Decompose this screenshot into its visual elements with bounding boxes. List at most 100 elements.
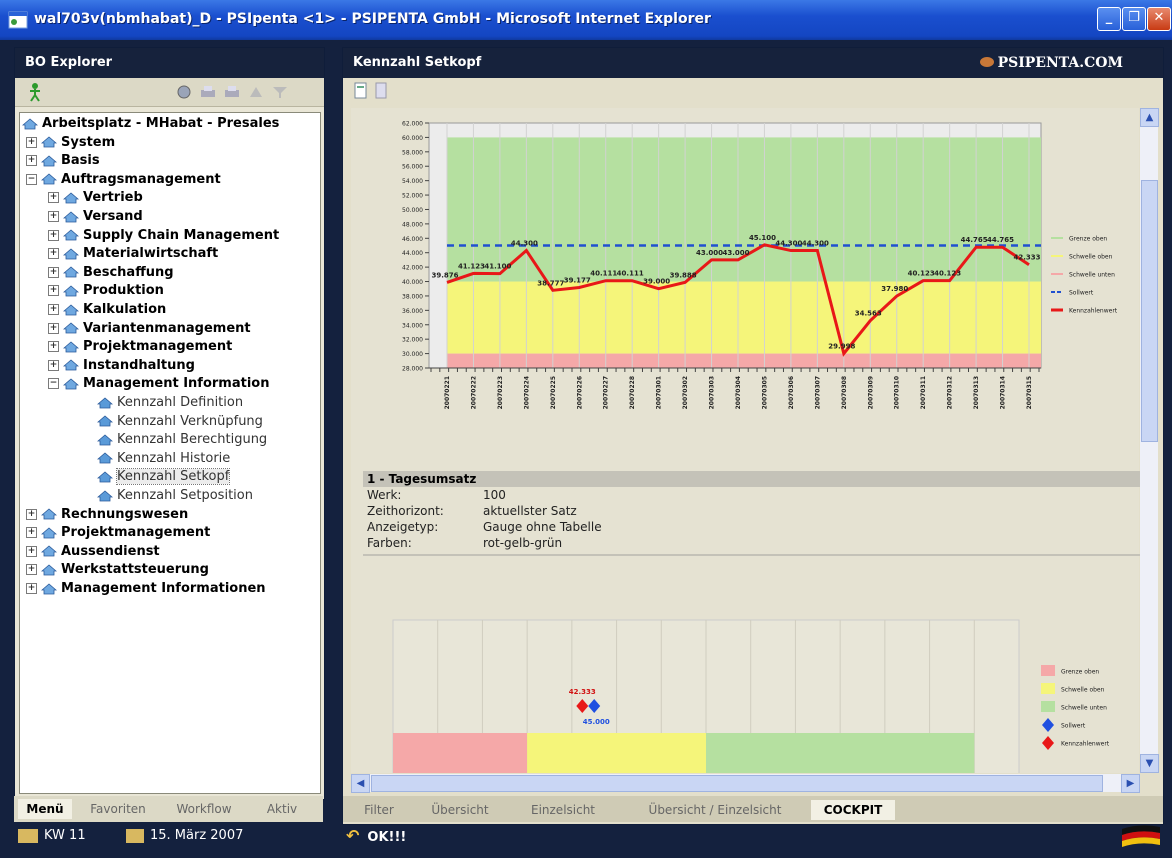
- expand-icon[interactable]: +: [26, 527, 37, 539]
- close-button[interactable]: ✕: [1147, 7, 1171, 31]
- tree-item-bottom[interactable]: + Werkstattsteuerung: [26, 561, 209, 579]
- tree-item-label: Materialwirtschaft: [83, 246, 219, 262]
- tab-uebersicht[interactable]: Übersicht: [417, 800, 503, 820]
- expand-icon[interactable]: +: [26, 136, 37, 148]
- tree-item-label: Kennzahl Verknüpfung: [117, 413, 263, 429]
- tab-menu[interactable]: Menü: [18, 799, 72, 819]
- x-tick-label: 20070314: [1000, 376, 1007, 409]
- horizontal-scrollbar[interactable]: ◀ ▶: [351, 774, 1140, 793]
- save-icon[interactable]: [373, 82, 389, 100]
- tab-uebersicht-einzelsicht[interactable]: Übersicht / Einzelsicht: [625, 800, 805, 820]
- network-icon[interactable]: [175, 84, 193, 100]
- vertical-scroll-thumb[interactable]: [1141, 180, 1158, 442]
- tree-item-label: Kalkulation: [83, 302, 167, 317]
- person-icon[interactable]: [27, 82, 43, 102]
- expand-icon[interactable]: +: [48, 341, 59, 353]
- ok-status[interactable]: ↶ OK!!!: [346, 825, 406, 847]
- tree-root[interactable]: Arbeitsplatz - MHabat - Presales: [22, 115, 279, 133]
- expand-icon[interactable]: +: [48, 211, 59, 222]
- tree-item-bottom[interactable]: + Management Informationen: [26, 580, 266, 598]
- expand-icon[interactable]: +: [48, 248, 59, 260]
- tree-leaf[interactable]: Kennzahl Historie: [84, 450, 230, 468]
- print-preview-icon[interactable]: [223, 84, 241, 100]
- tree-item-sub[interactable]: + Produktion: [48, 282, 164, 300]
- tree-item-label: Management Informationen: [61, 581, 266, 596]
- tree-leaf[interactable]: Kennzahl Setkopf: [84, 468, 231, 486]
- expand-icon[interactable]: +: [26, 155, 37, 167]
- collapse-icon[interactable]: −: [48, 378, 59, 390]
- print-icon[interactable]: [199, 84, 217, 100]
- data-label: 29.998: [828, 343, 855, 351]
- window-titlebar: wal703v(nbmhabat)_D - PSIpenta <1> - PSI…: [0, 0, 1172, 40]
- tab-favoriten[interactable]: Favoriten: [80, 799, 156, 819]
- tree-item-sub[interactable]: + Projektmanagement: [48, 338, 232, 356]
- scroll-left-icon[interactable]: ◀: [351, 774, 370, 793]
- tree-item-sub[interactable]: + Instandhaltung: [48, 357, 195, 375]
- collapse-icon[interactable]: −: [26, 173, 37, 185]
- setkopf-panel: Kennzahl Setkopf PSIPENTA.COM 62.000 60.0…: [342, 47, 1164, 825]
- filter-icon[interactable]: [271, 84, 289, 100]
- tree-item-basis[interactable]: + Basis: [26, 152, 100, 170]
- expand-icon[interactable]: +: [48, 304, 59, 315]
- data-label: 44.300: [775, 240, 802, 248]
- expand-icon[interactable]: +: [26, 545, 37, 557]
- tab-einzelsicht[interactable]: Einzelsicht: [513, 800, 613, 820]
- week-status: KW 11: [18, 825, 86, 847]
- x-tick-label: 20070221: [444, 376, 451, 409]
- tree-item-sub[interactable]: + Kalkulation: [48, 301, 166, 319]
- expand-icon[interactable]: +: [48, 192, 59, 204]
- tab-filter[interactable]: Filter: [351, 800, 407, 820]
- tab-workflow[interactable]: Workflow: [166, 799, 242, 819]
- expand-icon[interactable]: +: [26, 564, 37, 576]
- expand-icon[interactable]: +: [26, 508, 37, 520]
- data-label: 44.765: [987, 236, 1014, 244]
- tree-leaf[interactable]: Kennzahl Definition: [84, 394, 243, 412]
- tree-item-sub[interactable]: + Versand: [48, 208, 143, 226]
- vertical-scrollbar[interactable]: ▲ ▼: [1140, 108, 1159, 773]
- tree-item-sub[interactable]: + Vertrieb: [48, 189, 143, 207]
- folder-icon: [97, 414, 117, 429]
- expand-icon[interactable]: +: [48, 229, 59, 241]
- german-flag-icon[interactable]: [1120, 823, 1162, 849]
- tree-item-sub[interactable]: + Materialwirtschaft: [48, 245, 218, 263]
- tree-item-label: Projektmanagement: [61, 525, 211, 541]
- scroll-down-icon[interactable]: ▼: [1140, 754, 1159, 773]
- tree-leaf[interactable]: Kennzahl Verknüpfung: [84, 413, 263, 431]
- tree-item-bottom[interactable]: + Rechnungswesen: [26, 506, 188, 524]
- x-tick-label: 20070305: [761, 376, 768, 409]
- new-document-icon[interactable]: [353, 82, 369, 100]
- data-label: 39.876: [431, 271, 458, 279]
- tree-leaf[interactable]: Kennzahl Berechtigung: [84, 431, 267, 449]
- expand-icon[interactable]: +: [48, 266, 59, 278]
- explorer-tree: Arbeitsplatz - MHabat - Presales + System +…: [19, 112, 321, 794]
- sort-icon[interactable]: [247, 84, 265, 100]
- tree-item-label: Instandhaltung: [83, 357, 195, 373]
- tree-leaf[interactable]: Kennzahl Setposition: [84, 487, 253, 505]
- scroll-up-icon[interactable]: ▲: [1140, 108, 1159, 127]
- expand-icon[interactable]: +: [48, 359, 59, 371]
- gauge-legend-swatch: [1041, 665, 1055, 676]
- tab-cockpit[interactable]: COCKPIT: [811, 800, 895, 820]
- tree-item-sub[interactable]: + Variantenmanagement: [48, 320, 251, 338]
- ie-icon: [8, 11, 28, 29]
- tab-aktiv[interactable]: Aktiv: [252, 799, 312, 819]
- expand-icon[interactable]: +: [48, 322, 59, 334]
- expand-icon[interactable]: +: [26, 583, 37, 594]
- tree-item-sub[interactable]: + Beschaffung: [48, 264, 174, 282]
- tree-item-auftragsmanagement[interactable]: − Auftragsmanagement: [26, 171, 221, 189]
- expand-icon[interactable]: +: [48, 285, 59, 297]
- tree-item-bottom[interactable]: + Aussendienst: [26, 543, 160, 561]
- tree-item-sub[interactable]: + Supply Chain Management: [48, 227, 279, 245]
- tree-item-system[interactable]: + System: [26, 134, 115, 152]
- gauge-legend-label: Kennzahlenwert: [1061, 741, 1110, 748]
- tree-item-bottom[interactable]: + Projektmanagement: [26, 524, 210, 542]
- maximize-button[interactable]: ❐: [1122, 7, 1146, 31]
- horizontal-scroll-thumb[interactable]: [371, 775, 1103, 792]
- minimize-button[interactable]: _: [1097, 7, 1121, 31]
- x-tick-label: 20070315: [1026, 376, 1033, 409]
- tree-item-sub[interactable]: − Management Information: [48, 375, 269, 393]
- folder-icon: [63, 246, 83, 261]
- folder-icon: [41, 544, 61, 559]
- scroll-right-icon[interactable]: ▶: [1121, 774, 1140, 793]
- data-label: 45.100: [749, 234, 776, 242]
